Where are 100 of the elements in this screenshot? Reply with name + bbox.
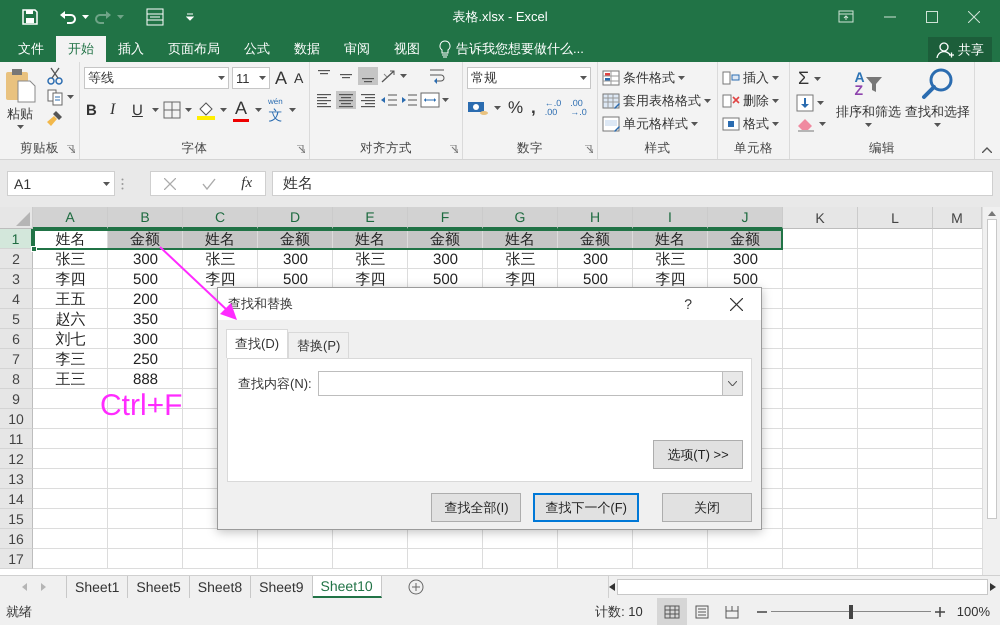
font-size-field[interactable]: 11: [232, 67, 270, 89]
share-button[interactable]: 共享: [928, 37, 992, 62]
row-header[interactable]: 10: [0, 409, 33, 429]
ribbon-tab[interactable]: 公式: [232, 36, 282, 62]
caret-icon[interactable]: [259, 76, 266, 80]
column-header[interactable]: D: [258, 207, 333, 229]
scroll-up-icon[interactable]: [988, 211, 996, 216]
decimal-button[interactable]: .00 →.0: [568, 98, 589, 118]
customize-icon[interactable]: [186, 12, 194, 20]
chevron-down-icon[interactable]: [728, 381, 737, 386]
caret-icon[interactable]: [814, 76, 822, 80]
wrap-text-icon[interactable]: [429, 68, 447, 84]
column-header[interactable]: H: [558, 207, 633, 229]
dialog-tab[interactable]: 查找(D): [226, 329, 288, 358]
vertical-scrollbar[interactable]: [982, 207, 1000, 575]
dialog-button[interactable]: 关闭: [662, 493, 752, 522]
cells-menu-button[interactable]: 格式: [722, 113, 779, 134]
fill-color-icon[interactable]: [196, 100, 216, 120]
launcher-icon[interactable]: [450, 144, 458, 152]
save-icon[interactable]: [22, 8, 38, 24]
scroll-right-icon[interactable]: [990, 583, 996, 591]
view-button[interactable]: [656, 598, 687, 625]
collapse-ribbon-icon[interactable]: [982, 147, 992, 153]
clipboard-icon[interactable]: [4, 67, 36, 103]
align-center-icon[interactable]: [338, 92, 354, 108]
row-header[interactable]: 6: [0, 329, 33, 349]
caret-icon[interactable]: [185, 108, 192, 112]
percent-button[interactable]: %: [506, 97, 524, 119]
row-header[interactable]: 2: [0, 249, 33, 269]
underline-button[interactable]: U: [130, 100, 148, 120]
scroll-left-icon[interactable]: [609, 583, 615, 591]
caret-icon[interactable]: [691, 122, 698, 126]
row-header[interactable]: 16: [0, 529, 33, 549]
ribbon-tab[interactable]: 视图: [382, 36, 432, 62]
caret-icon[interactable]: [704, 98, 711, 102]
font-color-button[interactable]: A: [231, 98, 251, 122]
caret-icon[interactable]: [152, 108, 159, 112]
row-header[interactable]: 8: [0, 369, 33, 389]
sheet-tab[interactable]: Sheet10: [312, 576, 382, 598]
maximize-icon[interactable]: [926, 10, 938, 22]
caret-icon[interactable]: [865, 123, 872, 127]
column-header[interactable]: C: [183, 207, 258, 229]
align-left-icon[interactable]: [316, 92, 332, 108]
style-menu-button[interactable]: 单元格样式: [602, 113, 711, 134]
launcher-icon[interactable]: [297, 144, 305, 152]
currency-icon[interactable]: [467, 100, 489, 116]
sort-filter-button[interactable]: A Z 排序和筛选: [836, 67, 901, 138]
shrink-font-button[interactable]: A: [292, 68, 306, 88]
borders-icon[interactable]: [163, 101, 181, 119]
row-header[interactable]: 4: [0, 289, 33, 309]
column-header[interactable]: K: [783, 207, 858, 229]
merge-cells-icon[interactable]: [420, 92, 440, 108]
style-menu-button[interactable]: 条件格式: [602, 67, 711, 88]
decimal-button[interactable]: ←.0 .00: [542, 98, 564, 118]
grow-font-button[interactable]: A: [273, 68, 290, 88]
column-header[interactable]: J: [708, 207, 783, 229]
bold-button[interactable]: B: [84, 100, 104, 120]
row-header[interactable]: 12: [0, 449, 33, 469]
scissors-icon[interactable]: [46, 67, 64, 85]
launcher-icon[interactable]: [585, 144, 593, 152]
paste-button[interactable]: 粘贴: [4, 67, 36, 138]
ribbon-tab[interactable]: 页面布局: [156, 36, 232, 62]
cells-menu-button[interactable]: 删除: [722, 90, 779, 111]
copy-icon[interactable]: [46, 88, 64, 106]
row-header[interactable]: 14: [0, 489, 33, 509]
indent-decrease-icon[interactable]: [380, 92, 398, 108]
autosum-button[interactable]: Σ: [796, 67, 812, 90]
launcher-icon[interactable]: [67, 144, 75, 152]
ribbon-tab[interactable]: 数据: [282, 36, 332, 62]
caret-icon[interactable]: [288, 108, 296, 112]
format-painter-icon[interactable]: [46, 109, 64, 127]
caret-icon[interactable]: [934, 123, 941, 127]
caret-icon[interactable]: [400, 74, 407, 78]
column-header[interactable]: A: [33, 207, 108, 229]
italic-button[interactable]: I: [108, 100, 126, 120]
column-header[interactable]: F: [408, 207, 483, 229]
add-sheet-icon[interactable]: [408, 579, 424, 595]
phonetic-button[interactable]: wén 文: [266, 97, 285, 123]
dialog-button[interactable]: 查找全部(I): [431, 493, 522, 522]
caret-icon[interactable]: [817, 101, 824, 105]
column-header[interactable]: L: [858, 207, 933, 229]
number-format-field[interactable]: 常规: [467, 67, 591, 89]
formula-field[interactable]: 姓名: [272, 171, 993, 196]
ribbon-tab[interactable]: 插入: [106, 36, 156, 62]
ribbon-tab[interactable]: 审阅: [332, 36, 382, 62]
row-header[interactable]: 5: [0, 309, 33, 329]
caret-icon[interactable]: [678, 76, 685, 80]
caret-icon[interactable]: [220, 108, 227, 112]
name-box[interactable]: A1: [7, 171, 115, 196]
font-name-field[interactable]: 等线: [84, 67, 229, 89]
caret-icon[interactable]: [67, 95, 74, 99]
caret-icon[interactable]: [772, 122, 779, 126]
options-button[interactable]: 选项(T) >>: [653, 440, 743, 469]
zoom-in-icon[interactable]: [934, 606, 945, 616]
help-button[interactable]: ?: [684, 296, 692, 312]
column-header[interactable]: E: [333, 207, 408, 229]
caret-icon[interactable]: [580, 76, 587, 80]
tell-me-field[interactable]: 告诉我您想要做什么...: [438, 36, 584, 62]
form-icon[interactable]: [146, 8, 164, 26]
row-header[interactable]: 3: [0, 269, 33, 289]
